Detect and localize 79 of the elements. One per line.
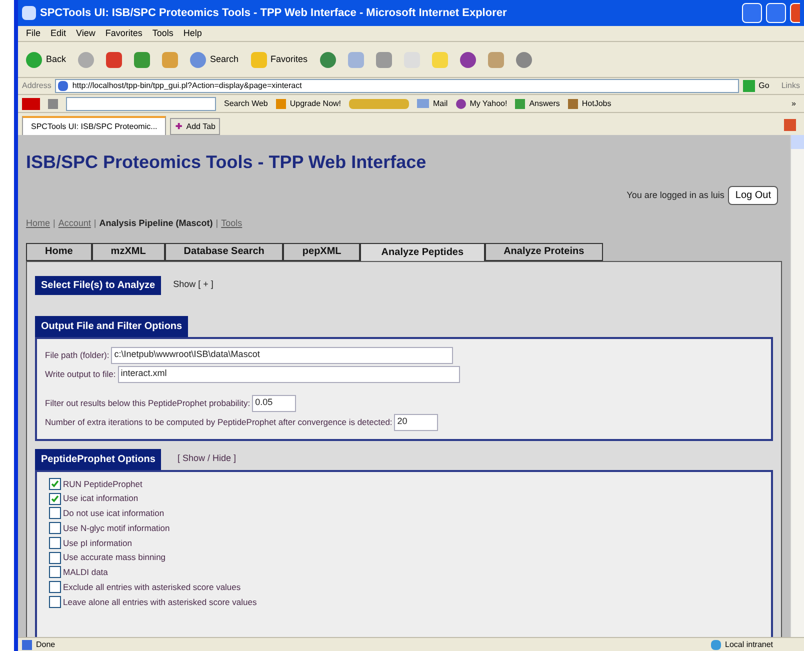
scrollbar[interactable] [790, 135, 804, 637]
checkbox[interactable] [49, 536, 61, 549]
close-button[interactable] [790, 3, 800, 23]
checkbox[interactable] [49, 552, 61, 564]
field-label: Write output to file: [45, 368, 116, 380]
breadcrumb-separator: | [216, 217, 218, 230]
breadcrumb-separator: | [53, 217, 56, 230]
checkbox-label: MALDI data [63, 566, 108, 579]
hotjobs-link[interactable]: HotJobs [582, 98, 612, 110]
log-out-button[interactable]: Log Out [728, 186, 778, 205]
tab[interactable]: Database Search [164, 242, 284, 260]
page-heading: ISB/SPC Proteomics Tools - TPP Web Interface [26, 151, 428, 174]
zone-label: Local intranet [725, 638, 774, 650]
checkbox[interactable] [49, 492, 61, 505]
breadcrumb-link[interactable]: Tools [221, 217, 242, 230]
section-header: PeptideProphet Options [35, 448, 162, 470]
checkbox[interactable] [49, 507, 61, 520]
my-yahoo-link[interactable]: My Yahoo! [470, 98, 508, 110]
field-label: File path (folder): [45, 348, 110, 362]
section-header: Select File(s) to Analyze [35, 276, 162, 294]
section-header: Output File and Filter Options [35, 316, 188, 336]
go-button[interactable]: Go [758, 80, 770, 92]
favorites-button[interactable]: Favorites [270, 52, 308, 66]
tab[interactable]: Analyze Proteins [484, 242, 604, 260]
minimize-button[interactable] [742, 3, 762, 23]
menu-item[interactable]: View [76, 26, 96, 40]
field-label: Number of extra iterations to be computed by PeptideProphet after convergence is detected: [45, 416, 392, 428]
checkbox[interactable] [49, 581, 61, 594]
checkbox-label: Use accurate mass binning [63, 551, 166, 564]
breadcrumb-separator: | [94, 217, 96, 230]
checkbox-label: Exclude all entries with asterisked score values [63, 580, 241, 594]
menu-item[interactable]: Edit [50, 26, 66, 40]
yahoo-search-button[interactable]: Search Web [224, 98, 268, 110]
tab[interactable]: mzXML [92, 242, 165, 260]
breadcrumb-link[interactable]: Home [26, 217, 50, 230]
answers-link[interactable]: Answers [529, 98, 560, 110]
checkbox-label: Use N-glyc motif information [63, 522, 170, 534]
address-url: http://localhost/tpp-bin/tpp_gui.pl?Action=display&page=xinteract [72, 80, 302, 92]
show-hide-link[interactable]: [ Show / Hide ] [177, 452, 236, 466]
add-tab-button[interactable]: ✚ Add Tab [170, 118, 220, 135]
menu-item[interactable]: Favorites [105, 26, 142, 40]
checkbox[interactable] [49, 478, 61, 490]
checkbox-label: Leave alone all entries with asterisked score values [63, 596, 257, 608]
plus-icon: ✚ [175, 120, 182, 132]
checkbox-label: RUN PeptideProphet [63, 478, 142, 490]
upgrade-link[interactable]: Upgrade Now! [290, 98, 342, 110]
text-field[interactable]: 0.05 [252, 394, 296, 412]
checkbox[interactable] [49, 566, 61, 578]
more-button[interactable]: » [792, 98, 796, 110]
address-field[interactable]: http://localhost/tpp-bin/tpp_gui.pl?Action=display&page=xinteract [55, 79, 739, 93]
checkbox[interactable] [49, 596, 61, 608]
mail-link[interactable]: Mail [433, 98, 448, 110]
search-button[interactable]: Search [210, 52, 239, 66]
checkbox-label: Use pI information [63, 536, 132, 550]
yahoo-search-field[interactable] [66, 96, 216, 110]
checkbox-label: Use icat information [63, 492, 138, 505]
text-field[interactable]: 20 [394, 414, 438, 430]
tab[interactable]: pepXML [283, 242, 360, 260]
tab[interactable]: Analyze Peptides [360, 242, 485, 260]
status-text: Done [36, 638, 56, 650]
text-field[interactable]: c:\Inetpub\wwwroot\ISB\data\Mascot [111, 346, 454, 364]
tab[interactable]: Home [26, 242, 92, 260]
menu-item[interactable]: Help [183, 26, 202, 40]
back-button[interactable]: Back [46, 52, 66, 66]
window-title: SPCTools UI: ISB/SPC Proteomics Tools - TPP Web Interface - Microsoft Internet Explorer [40, 6, 508, 21]
field-label: Filter out results below this PeptideProphet probability: [45, 396, 250, 410]
checkbox[interactable] [49, 522, 61, 534]
login-status: You are logged in as luis [626, 188, 724, 202]
address-label: Address [22, 80, 52, 92]
checkbox-label: Do not use icat information [63, 507, 164, 520]
menu-item[interactable]: File [26, 26, 41, 40]
breadcrumb-current: Analysis Pipeline (Mascot) [99, 217, 213, 230]
show-toggle-link[interactable]: Show [ + ] [173, 278, 214, 292]
links-button[interactable]: Links [781, 80, 800, 92]
menu-item[interactable]: Tools [152, 26, 174, 40]
maximize-button[interactable] [766, 3, 786, 23]
text-field[interactable]: interact.xml [118, 366, 460, 382]
browser-tab[interactable]: SPCTools UI: ISB/SPC Proteomic... [22, 116, 166, 135]
breadcrumb-link[interactable]: Account [58, 217, 91, 230]
